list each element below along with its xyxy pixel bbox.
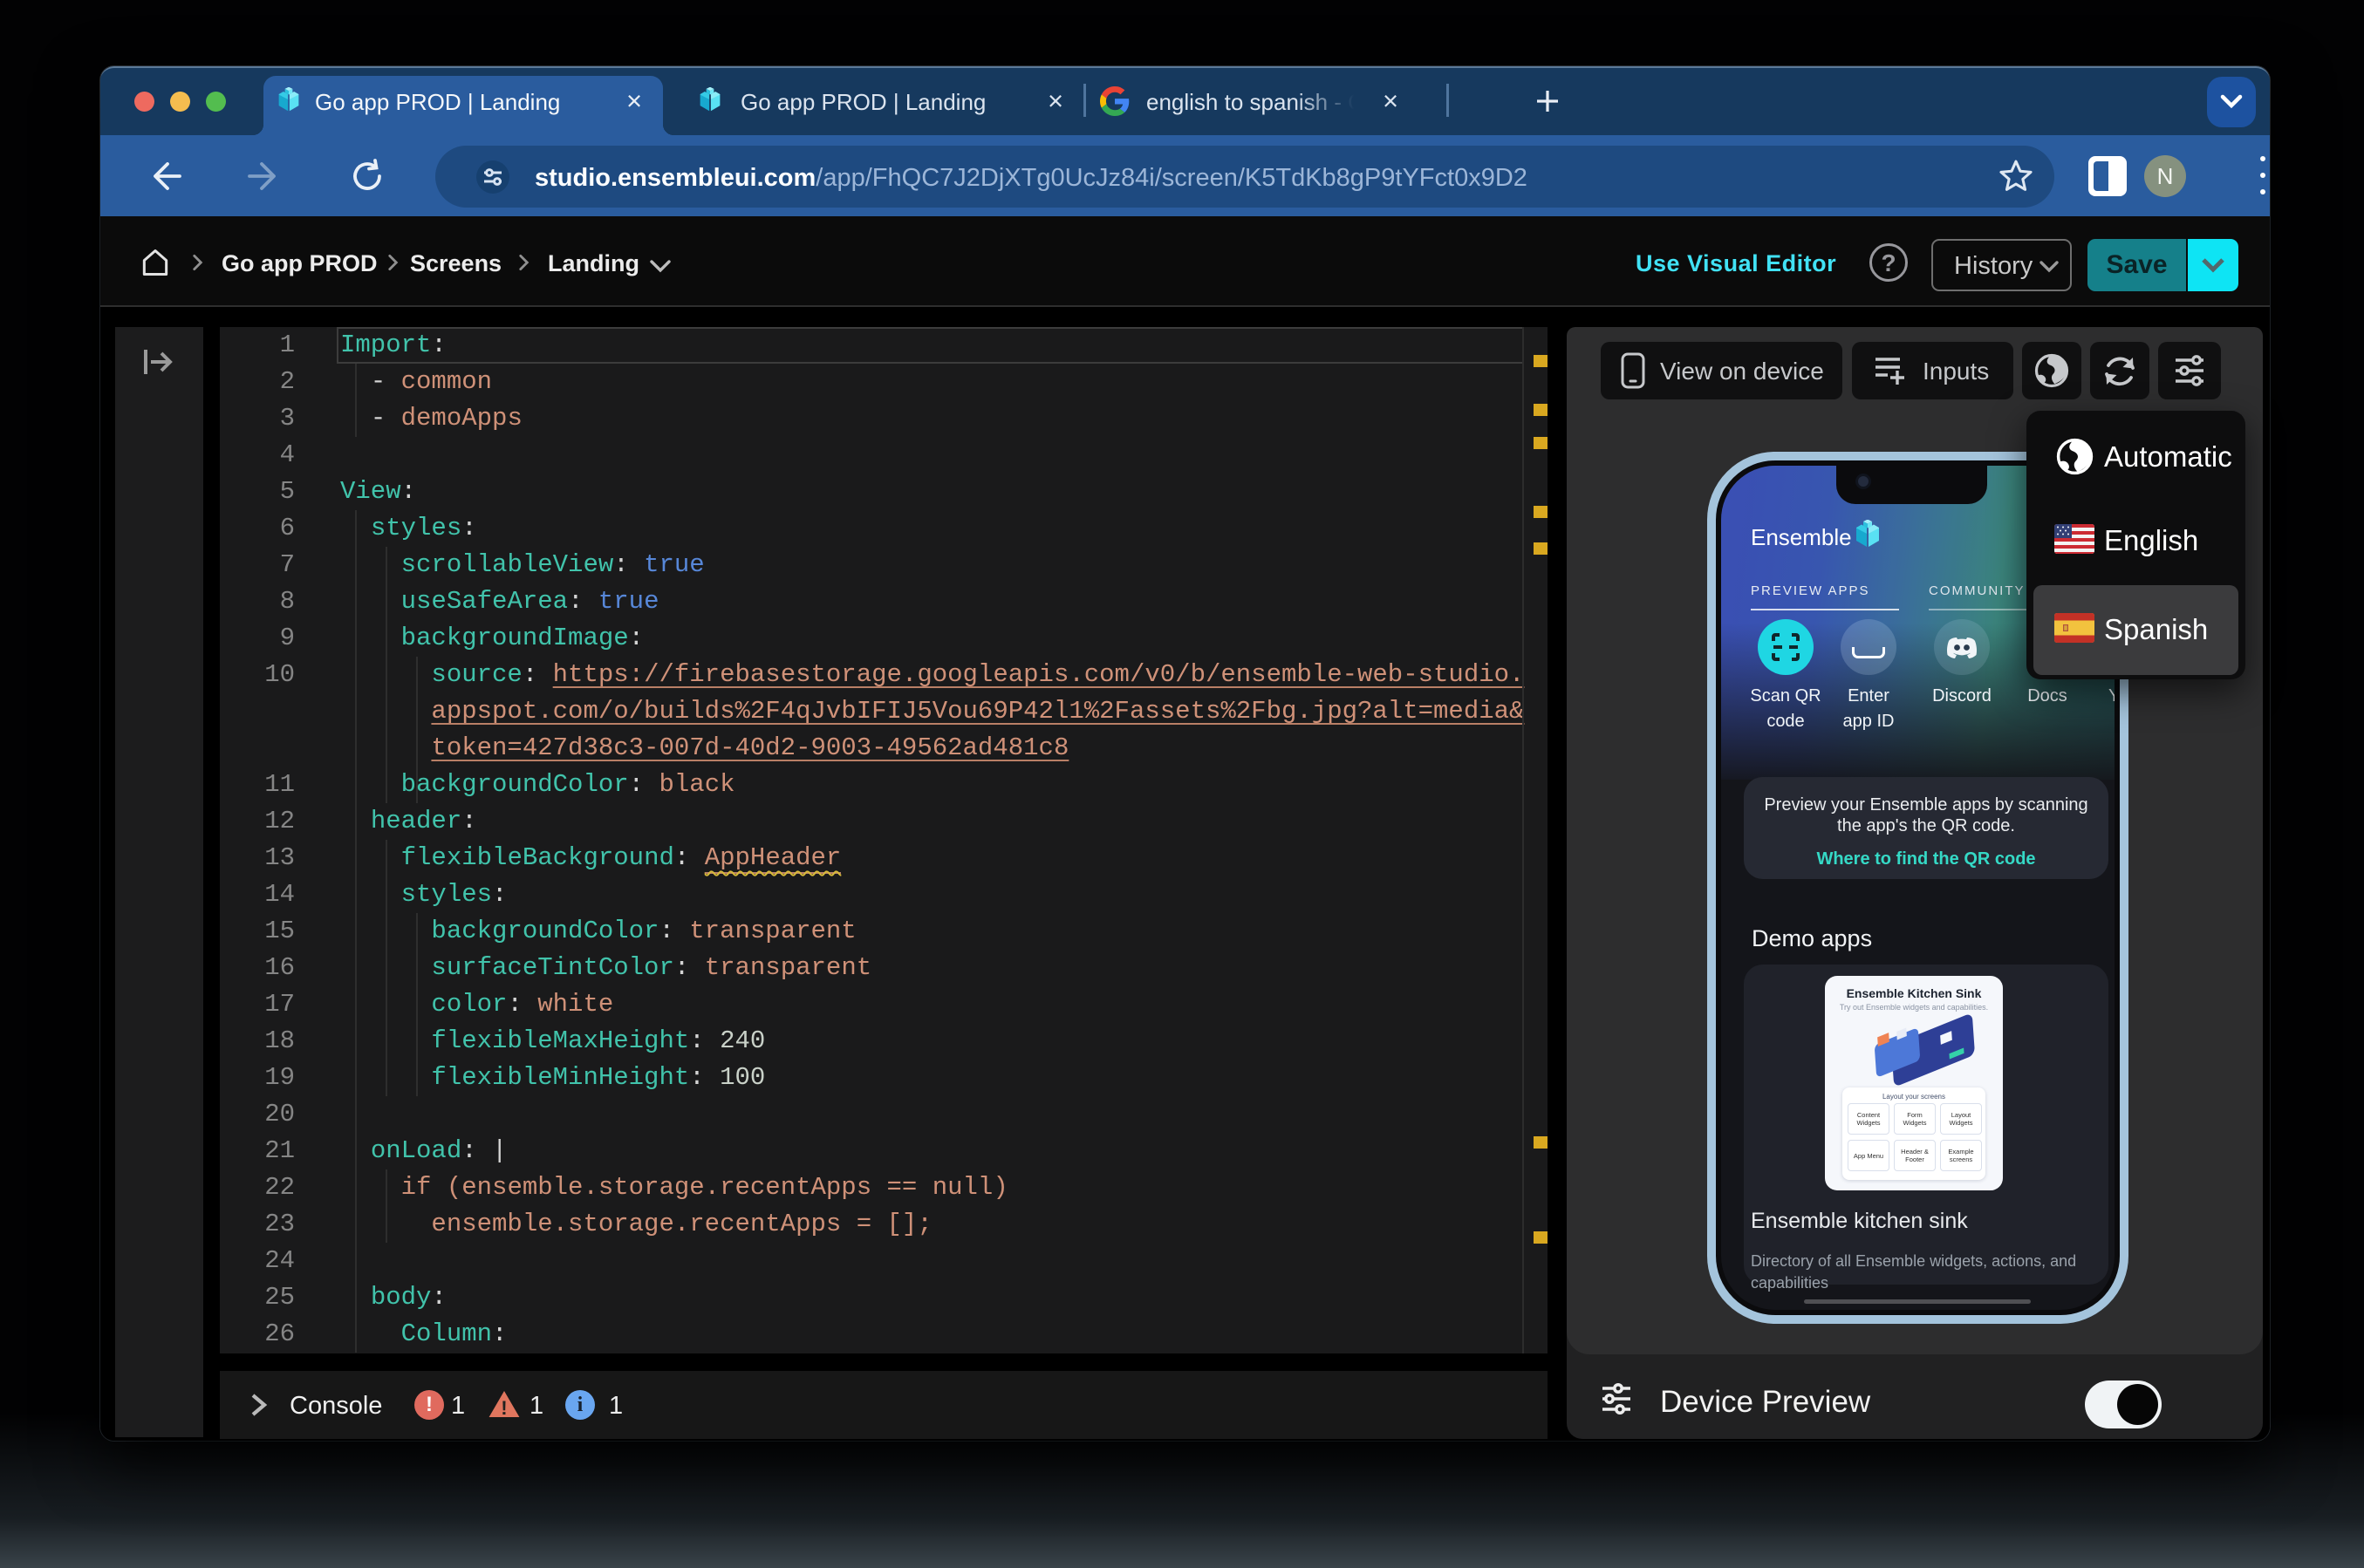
svg-text:!: ! — [501, 1397, 507, 1419]
